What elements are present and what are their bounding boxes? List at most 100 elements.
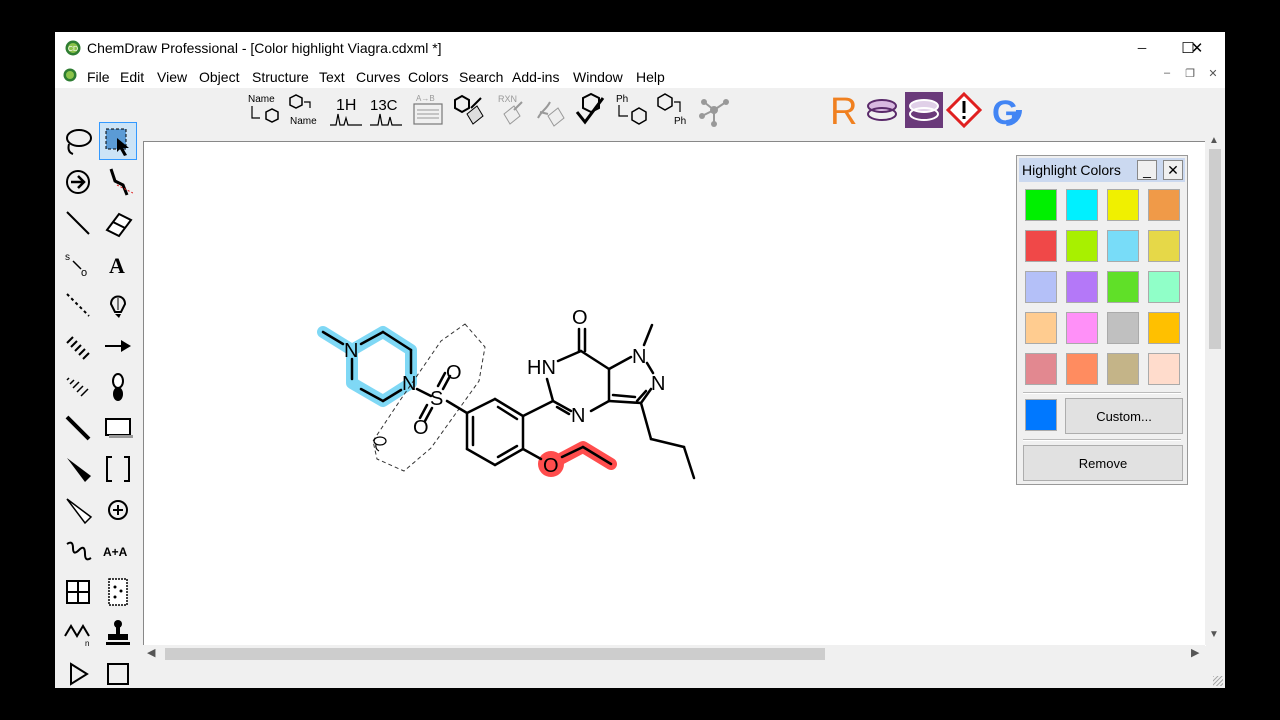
play-tool[interactable] bbox=[59, 655, 97, 688]
color-swatch[interactable] bbox=[1025, 230, 1057, 262]
custom-color-button[interactable]: Custom... bbox=[1065, 398, 1183, 434]
menu-colors[interactable]: Colors bbox=[408, 69, 448, 85]
minimize-button[interactable]: ─ bbox=[1119, 32, 1165, 64]
stack-selected-button[interactable] bbox=[905, 92, 943, 128]
analysis-button[interactable]: A→B bbox=[409, 92, 447, 128]
color-swatch[interactable] bbox=[1148, 312, 1180, 344]
selected-color-swatch[interactable] bbox=[1025, 399, 1057, 431]
hashed-wedge-tool[interactable] bbox=[59, 368, 97, 406]
square-ring-tool[interactable] bbox=[99, 655, 137, 688]
r-group-icon: R bbox=[830, 92, 857, 128]
mdi-minimize-button[interactable]: – bbox=[1159, 67, 1175, 79]
solid-bond-tool[interactable] bbox=[59, 204, 97, 242]
color-swatch[interactable] bbox=[1107, 230, 1139, 262]
color-swatch[interactable] bbox=[1025, 189, 1057, 221]
hollow-wedge-tool[interactable] bbox=[59, 491, 97, 529]
chemical-symbol-tool[interactable] bbox=[99, 491, 137, 529]
menu-file[interactable]: File bbox=[87, 69, 110, 85]
c13-nmr-button[interactable]: 13C bbox=[367, 92, 405, 128]
menu-search[interactable]: Search bbox=[459, 69, 503, 85]
vertical-scrollbar[interactable]: ▲ ▼ bbox=[1205, 135, 1225, 645]
color-swatch[interactable] bbox=[1066, 189, 1098, 221]
color-swatch[interactable] bbox=[1107, 271, 1139, 303]
template-stamp-tool[interactable] bbox=[99, 614, 137, 652]
color-swatch[interactable] bbox=[1066, 230, 1098, 262]
document-icon[interactable] bbox=[63, 68, 77, 82]
remove-highlight-button[interactable]: Remove bbox=[1023, 445, 1183, 481]
scroll-left-arrow-icon[interactable]: ◀ bbox=[147, 646, 155, 659]
lasso-tool[interactable] bbox=[59, 122, 97, 160]
chain-tool[interactable] bbox=[99, 163, 137, 201]
scroll-down-arrow-icon[interactable]: ▼ bbox=[1209, 629, 1219, 640]
highlight-panel-titlebar[interactable]: Highlight Colors _ ✕ bbox=[1019, 158, 1185, 182]
expand-label-button[interactable]: Ph bbox=[613, 92, 651, 128]
menu-addins[interactable]: Add-ins bbox=[512, 69, 559, 85]
color-swatch[interactable] bbox=[1107, 312, 1139, 344]
check-structure-button[interactable] bbox=[572, 92, 610, 128]
mdi-restore-button[interactable]: ❐ bbox=[1182, 67, 1198, 80]
menu-window[interactable]: Window bbox=[573, 69, 623, 85]
close-button[interactable]: ✕ bbox=[1174, 32, 1220, 64]
menu-structure[interactable]: Structure bbox=[252, 69, 309, 85]
mdi-close-button[interactable]: ✕ bbox=[1205, 67, 1221, 80]
orbital-lobe-tool[interactable] bbox=[99, 368, 137, 406]
menu-curves[interactable]: Curves bbox=[356, 69, 400, 85]
color-swatch[interactable] bbox=[1148, 353, 1180, 385]
arrow-tool[interactable] bbox=[99, 327, 137, 365]
color-swatch[interactable] bbox=[1066, 312, 1098, 344]
rectangle-tool[interactable] bbox=[99, 409, 137, 447]
color-swatch[interactable] bbox=[1107, 353, 1139, 385]
marquee-select-tool[interactable] bbox=[99, 122, 137, 160]
color-swatch[interactable] bbox=[1066, 271, 1098, 303]
wavy-bond-tool[interactable] bbox=[59, 532, 97, 570]
panel-close-button[interactable]: ✕ bbox=[1163, 160, 1183, 180]
color-swatch[interactable] bbox=[1148, 271, 1180, 303]
name-to-structure-button[interactable]: Name bbox=[245, 92, 283, 128]
wedge-bond-tool[interactable] bbox=[59, 450, 97, 488]
color-swatch[interactable] bbox=[1025, 271, 1057, 303]
structure-to-name-button[interactable]: Name bbox=[285, 92, 323, 128]
color-swatch[interactable] bbox=[1025, 353, 1057, 385]
brackets-tool[interactable] bbox=[99, 450, 137, 488]
acyclic-chain-tool[interactable]: n bbox=[59, 614, 97, 652]
clean-biopolymer-button[interactable] bbox=[531, 92, 569, 128]
stack-button[interactable] bbox=[863, 92, 901, 128]
atom-map-tool[interactable]: A+A bbox=[99, 532, 137, 570]
hazard-button[interactable] bbox=[945, 92, 983, 128]
h1-nmr-button[interactable]: 1H bbox=[327, 92, 365, 128]
menu-view[interactable]: View bbox=[157, 69, 187, 85]
google-button[interactable]: G bbox=[987, 92, 1025, 128]
expand-label-text: Ph bbox=[616, 94, 628, 105]
menu-object[interactable]: Object bbox=[199, 69, 239, 85]
structure-perspective-tool[interactable] bbox=[59, 163, 97, 201]
eraser-tool[interactable] bbox=[99, 204, 137, 242]
contract-label-button[interactable]: Ph bbox=[653, 92, 691, 128]
color-swatch[interactable] bbox=[1066, 353, 1098, 385]
clean-structure-button[interactable] bbox=[450, 92, 488, 128]
vertical-scroll-thumb[interactable] bbox=[1209, 149, 1221, 349]
tlc-plate-tool[interactable] bbox=[99, 573, 137, 611]
3d-model-button[interactable] bbox=[695, 92, 733, 128]
scroll-right-arrow-icon[interactable]: ▶ bbox=[1191, 646, 1199, 659]
menu-help[interactable]: Help bbox=[636, 69, 665, 85]
r-group-button[interactable]: R bbox=[823, 92, 861, 128]
pen-tool[interactable] bbox=[99, 286, 137, 324]
color-swatch[interactable] bbox=[1025, 312, 1057, 344]
orbital-tool[interactable]: so bbox=[59, 245, 97, 283]
color-swatch[interactable] bbox=[1148, 230, 1180, 262]
panel-minimize-button[interactable]: _ bbox=[1137, 160, 1157, 180]
horizontal-scroll-thumb[interactable] bbox=[165, 648, 825, 660]
bold-bond-tool[interactable] bbox=[59, 409, 97, 447]
text-tool[interactable]: A bbox=[99, 245, 137, 283]
hashed-bond-tool[interactable] bbox=[59, 327, 97, 365]
table-tool[interactable] bbox=[59, 573, 97, 611]
color-swatch[interactable] bbox=[1107, 189, 1139, 221]
clean-reaction-button[interactable]: RXN bbox=[491, 92, 529, 128]
menu-edit[interactable]: Edit bbox=[120, 69, 144, 85]
color-swatch[interactable] bbox=[1148, 189, 1180, 221]
dashed-bond-tool[interactable] bbox=[59, 286, 97, 324]
scroll-up-arrow-icon[interactable]: ▲ bbox=[1209, 135, 1219, 146]
menu-text[interactable]: Text bbox=[319, 69, 345, 85]
horizontal-scrollbar[interactable]: ◀ ▶ bbox=[143, 645, 1205, 662]
resize-grip-icon[interactable] bbox=[1213, 676, 1223, 686]
